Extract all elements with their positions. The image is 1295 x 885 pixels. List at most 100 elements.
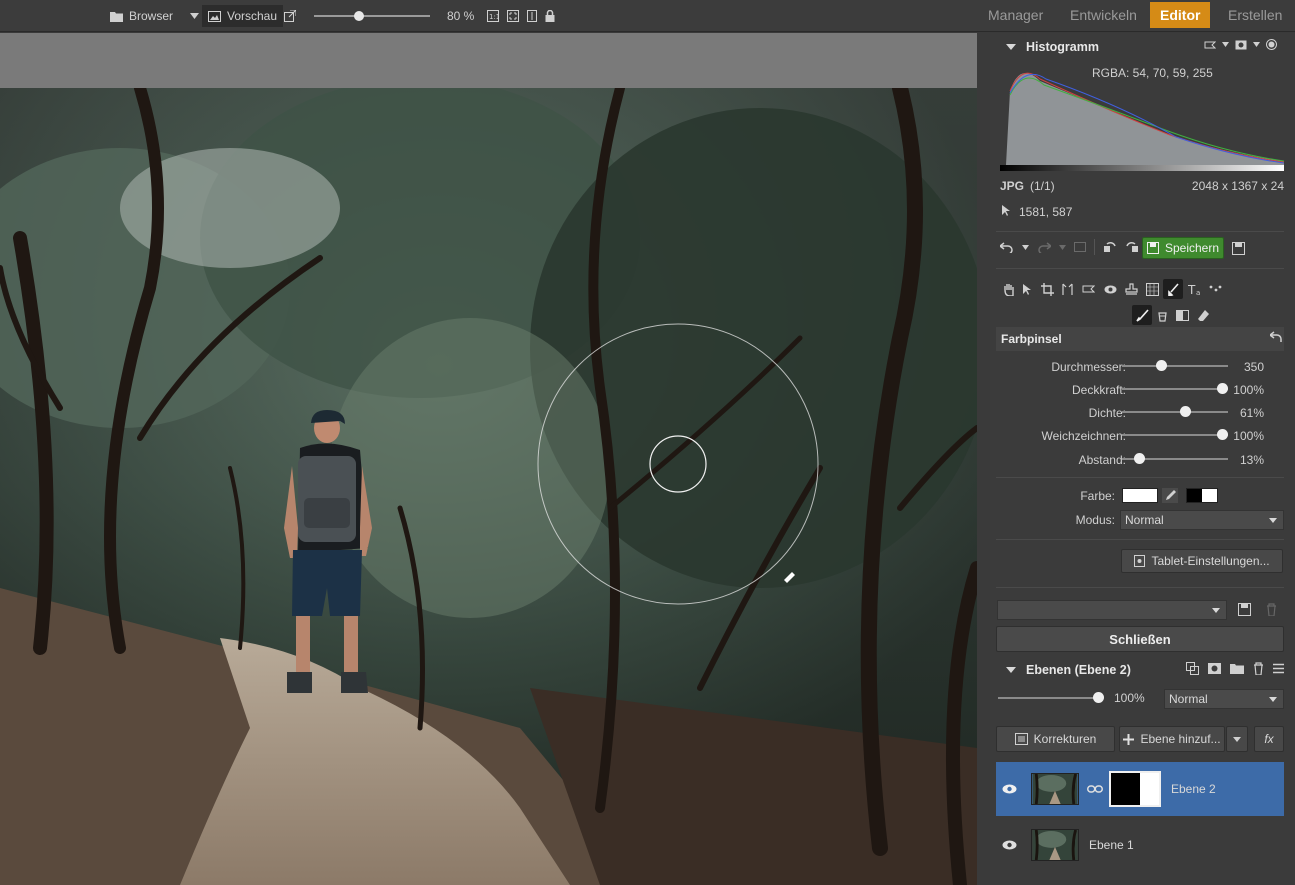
browser-button[interactable]: Browser <box>110 0 173 32</box>
save-button[interactable]: Speichern <box>1142 237 1224 259</box>
rotate-left-icon[interactable] <box>1103 241 1117 253</box>
chevron-down-icon <box>190 13 199 19</box>
brush-param-knob[interactable] <box>1180 406 1191 417</box>
divider <box>996 539 1284 540</box>
eraser-tool-icon[interactable] <box>1194 306 1212 324</box>
save-as-icon[interactable] <box>1232 242 1245 255</box>
more-tools-icon[interactable] <box>1206 280 1224 298</box>
gradient-tool-icon[interactable] <box>1173 306 1191 324</box>
add-layer-button[interactable]: Ebene hinzuf... <box>1119 726 1225 752</box>
mode-select[interactable]: Normal <box>1120 510 1284 530</box>
selection-tool-icon[interactable] <box>1079 280 1097 298</box>
svg-text:T: T <box>1188 283 1196 296</box>
delete-preset-icon[interactable] <box>1266 603 1277 616</box>
brush-param-value: 350 <box>1243 360 1264 374</box>
brush-param-slider[interactable] <box>1122 406 1228 418</box>
pattern-tool-icon[interactable] <box>1143 280 1161 298</box>
brush-param-track <box>1122 365 1228 367</box>
layer-mask-thumbnail[interactable] <box>1109 771 1161 807</box>
black-white-swatch[interactable] <box>1186 488 1218 503</box>
select-tool-icon[interactable] <box>1018 280 1036 298</box>
crop-tool-icon[interactable] <box>1038 280 1056 298</box>
brush-param-knob[interactable] <box>1156 360 1167 371</box>
undo-icon[interactable] <box>1000 241 1014 253</box>
chevron-down-icon[interactable] <box>1022 244 1029 250</box>
color-swatch[interactable] <box>1122 488 1158 503</box>
text-tool-icon[interactable]: Ta <box>1186 280 1204 298</box>
chevron-down-icon <box>1212 608 1220 613</box>
tab-manager[interactable]: Manager <box>978 2 1053 28</box>
history-image-icon[interactable] <box>1074 242 1086 252</box>
trash-icon[interactable] <box>1253 662 1264 675</box>
stamp-tool-icon[interactable] <box>1122 280 1140 298</box>
chevron-down-icon[interactable] <box>1222 42 1229 47</box>
image-viewer[interactable] <box>0 33 977 885</box>
link-icon[interactable] <box>1087 784 1103 794</box>
close-button[interactable]: Schließen <box>996 626 1284 652</box>
rotate-right-icon[interactable] <box>1125 241 1139 253</box>
brush-param-value: 61% <box>1239 406 1264 420</box>
forest-photo[interactable] <box>0 88 977 885</box>
layer-blend-select[interactable]: Normal <box>1164 689 1284 709</box>
fx-button[interactable]: fx <box>1254 726 1284 752</box>
brush-param-slider[interactable] <box>1122 383 1228 395</box>
photo-canvas[interactable] <box>0 88 977 885</box>
pointer-icon <box>1002 205 1010 216</box>
eyedropper-icon[interactable] <box>1162 488 1178 503</box>
tab-entwickeln[interactable]: Entwickeln <box>1060 2 1147 28</box>
layer-opacity-knob[interactable] <box>1093 692 1104 703</box>
menu-icon[interactable] <box>1273 663 1284 674</box>
corrections-icon <box>1014 733 1028 745</box>
brush-param-slider[interactable] <box>1122 453 1228 465</box>
fit-height-icon[interactable] <box>527 10 537 22</box>
brush-param-knob[interactable] <box>1217 429 1228 440</box>
layer-row-ebene-2[interactable]: Ebene 2 <box>996 762 1284 816</box>
record-icon[interactable] <box>1266 39 1277 50</box>
fit-screen-icon[interactable] <box>507 10 519 22</box>
actual-size-icon[interactable]: 1:1 <box>487 10 499 22</box>
preview-button[interactable]: Vorschau <box>202 5 284 27</box>
layer-blend-value: Normal <box>1169 692 1208 706</box>
fill-bucket-icon[interactable] <box>1153 306 1171 324</box>
zoom-slider-knob[interactable] <box>354 11 364 21</box>
mask-icon[interactable] <box>1235 40 1247 50</box>
brush-param-slider[interactable] <box>1122 429 1228 441</box>
brush-tool-icon[interactable] <box>1163 279 1183 299</box>
histogram-options <box>1204 39 1277 50</box>
layer-mask-icon[interactable] <box>1208 663 1221 674</box>
corrections-button[interactable]: Korrekturen <box>996 726 1115 752</box>
cursor-position: 1581, 587 <box>1019 205 1073 219</box>
tab-editor[interactable]: Editor <box>1150 2 1211 28</box>
brush-param-label: Abstand: <box>1078 453 1126 467</box>
hand-tool-icon[interactable] <box>999 280 1017 298</box>
visibility-eye-icon[interactable] <box>1002 784 1017 794</box>
brush-param-slider[interactable] <box>1122 360 1228 372</box>
visibility-eye-icon[interactable] <box>1002 840 1017 850</box>
preset-select[interactable] <box>997 600 1227 620</box>
add-layer-dropdown[interactable] <box>1226 726 1248 752</box>
clipping-icon[interactable] <box>1204 40 1216 50</box>
brush-param-knob[interactable] <box>1217 383 1228 394</box>
duplicate-layer-icon[interactable] <box>1186 662 1199 675</box>
chevron-down-icon[interactable] <box>1253 42 1260 47</box>
folder-icon[interactable] <box>1230 663 1244 674</box>
chevron-down-icon[interactable] <box>1059 244 1066 250</box>
svg-text:1:1: 1:1 <box>489 13 499 21</box>
reset-icon[interactable] <box>1270 331 1282 342</box>
tablet-settings-button[interactable]: Tablet-Einstellungen... <box>1121 549 1283 573</box>
color-brush-icon[interactable] <box>1132 305 1152 325</box>
zoom-slider[interactable] <box>314 10 430 22</box>
perspective-tool-icon[interactable] <box>1058 280 1076 298</box>
save-preset-icon[interactable] <box>1238 603 1251 616</box>
red-eye-tool-icon[interactable] <box>1101 280 1119 298</box>
brush-param-value: 100% <box>1233 429 1264 443</box>
preview-dropdown[interactable] <box>190 0 199 32</box>
brush-param-knob[interactable] <box>1134 453 1145 464</box>
layer-row-ebene-1[interactable]: Ebene 1 <box>996 818 1284 872</box>
brush-param-track <box>1122 411 1228 413</box>
tab-erstellen[interactable]: Erstellen <box>1218 2 1292 28</box>
layer-opacity-slider[interactable] <box>998 692 1106 704</box>
redo-icon[interactable] <box>1037 241 1051 253</box>
external-preview-button[interactable] <box>284 0 296 32</box>
lock-icon[interactable] <box>545 10 555 22</box>
